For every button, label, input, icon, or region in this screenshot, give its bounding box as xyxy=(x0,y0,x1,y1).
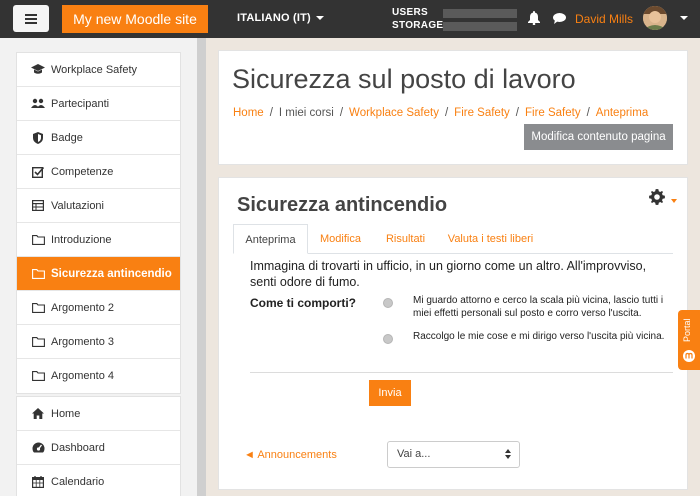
nav-item-label: Competenze xyxy=(51,165,114,178)
table-icon xyxy=(31,199,45,213)
site-nav-group: Home Dashboard Calendario xyxy=(16,396,181,496)
breadcrumb-course[interactable]: Workplace Safety xyxy=(349,107,439,119)
nav-item-label: Calendario xyxy=(51,476,105,488)
folder-icon xyxy=(31,369,45,383)
jump-to-value: Vai a... xyxy=(397,448,431,460)
nav-item-label: Introduzione xyxy=(51,233,112,246)
dashboard-icon xyxy=(31,441,45,455)
storage-usage-label: STORAGE xyxy=(392,20,444,31)
folder-icon xyxy=(31,267,45,281)
users-icon xyxy=(31,97,45,111)
bell-icon[interactable] xyxy=(528,11,540,25)
nav-item-competencies[interactable]: Competenze xyxy=(17,155,180,189)
folder-icon xyxy=(31,335,45,349)
graduation-cap-icon xyxy=(31,63,45,77)
tab-results[interactable]: Risultati xyxy=(378,224,433,254)
nav-item-label: Argomento 4 xyxy=(51,370,114,382)
nav-item-label: Argomento 2 xyxy=(51,301,114,314)
nav-item-participants[interactable]: Partecipanti xyxy=(17,87,180,121)
radio-button[interactable] xyxy=(383,334,393,344)
nav-item-label: Valutazioni xyxy=(51,199,104,212)
nav-item-home[interactable]: Home xyxy=(17,397,180,431)
breadcrumb-separator: / xyxy=(339,107,344,119)
nav-item-calendar[interactable]: Calendario xyxy=(17,465,180,496)
nav-item-label: Dashboard xyxy=(51,441,105,454)
nav-item-label: Badge xyxy=(51,131,83,144)
calendar-icon xyxy=(31,475,45,489)
radio-button[interactable] xyxy=(383,298,393,308)
home-icon xyxy=(31,407,45,421)
gear-icon[interactable] xyxy=(649,189,665,205)
hamburger-icon xyxy=(25,13,37,24)
chat-icon[interactable] xyxy=(553,13,566,24)
submit-button[interactable]: Invia xyxy=(369,380,411,406)
breadcrumb-activity[interactable]: Fire Safety xyxy=(525,107,581,119)
users-usage-label: USERS xyxy=(392,7,428,18)
answer-option[interactable]: Raccolgo le mie cose e mi dirigo verso l… xyxy=(383,330,673,360)
folder-icon xyxy=(31,233,45,247)
gear-chevron-down-icon[interactable] xyxy=(671,199,677,203)
breadcrumb-my-courses[interactable]: I miei corsi xyxy=(279,107,334,119)
breadcrumb-home[interactable]: Home xyxy=(233,107,264,119)
activity-tabs: Anteprima Modifica Risultati Valuta i te… xyxy=(233,224,673,254)
nav-item-workplace-safety[interactable]: Workplace Safety xyxy=(17,53,180,87)
portal-label: Portal xyxy=(682,318,692,342)
page-title: Sicurezza sul posto di lavoro xyxy=(232,64,576,94)
question-text: Immagina di trovarti in ufficio, in un g… xyxy=(250,259,647,289)
divider xyxy=(250,372,673,373)
answer-option-label: Mi guardo attorno e cerco la scala più v… xyxy=(413,295,664,319)
nav-item-label: Workplace Safety xyxy=(51,63,138,76)
nav-item-dashboard[interactable]: Dashboard xyxy=(17,431,180,465)
breadcrumb-separator: / xyxy=(515,107,519,119)
users-usage-bar xyxy=(443,9,517,18)
nav-item-topic-2[interactable]: Argomento 2 xyxy=(17,291,180,325)
nav-item-grades[interactable]: Valutazioni xyxy=(17,189,180,223)
answer-option-label: Raccolgo le mie cose e mi dirigo verso l… xyxy=(413,331,665,342)
breadcrumb-separator: / xyxy=(269,107,273,119)
breadcrumb-separator: / xyxy=(586,107,590,119)
checkbox-icon xyxy=(31,165,45,179)
breadcrumb-separator: / xyxy=(444,107,449,119)
language-label: ITALIANO (IT) xyxy=(237,12,311,24)
shield-icon xyxy=(31,131,45,145)
answer-option[interactable]: Mi guardo attorno e cerco la scala più v… xyxy=(383,294,673,324)
nav-item-topic-3[interactable]: Argomento 3 xyxy=(17,325,180,359)
tab-preview[interactable]: Anteprima xyxy=(233,224,308,254)
top-navbar: My new Moodle site ITALIANO (IT) USERS S… xyxy=(0,0,700,38)
breadcrumb: Home / I miei corsi / Workplace Safety / Fire … xyxy=(233,107,648,119)
tab-grade-essays[interactable]: Valuta i testi liberi xyxy=(443,224,538,254)
nav-item-topic-4[interactable]: Argomento 4 xyxy=(17,359,180,393)
jump-to-select[interactable]: Vai a... xyxy=(387,441,520,468)
select-arrows-icon xyxy=(505,449,511,459)
site-name-link[interactable]: My new Moodle site xyxy=(62,5,208,33)
language-menu[interactable]: ITALIANO (IT) xyxy=(237,12,324,24)
edit-page-content-button[interactable]: Modifica contenuto pagina xyxy=(524,124,673,150)
menu-toggle-button[interactable] xyxy=(13,5,49,32)
course-nav-group: Workplace Safety Partecipanti Badge Comp… xyxy=(16,52,181,394)
nav-item-label: Partecipanti xyxy=(51,97,110,110)
previous-activity-link[interactable]: ◄ Announcements xyxy=(244,449,337,461)
nav-item-introduction[interactable]: Introduzione xyxy=(17,223,180,257)
moodle-m-icon xyxy=(683,350,695,362)
storage-usage-bar xyxy=(443,22,517,31)
user-name[interactable]: David Mills xyxy=(575,12,633,26)
nav-item-badges[interactable]: Badge xyxy=(17,121,180,155)
nav-item-label: Sicurezza antincendio xyxy=(51,267,172,280)
tab-edit[interactable]: Modifica xyxy=(313,224,368,254)
activity-title: Sicurezza antincendio xyxy=(237,194,448,216)
user-avatar-icon xyxy=(643,6,667,30)
nav-item-fire-safety[interactable]: Sicurezza antincendio xyxy=(17,257,180,291)
nav-item-label: Argomento 3 xyxy=(51,335,114,348)
portal-side-tab[interactable]: Portal xyxy=(678,310,700,370)
nav-item-label: Home xyxy=(51,407,81,420)
breadcrumb-section[interactable]: Fire Safety xyxy=(454,107,510,119)
drawer-scrollbar[interactable] xyxy=(197,38,206,496)
question-prompt: Come ti comporti? xyxy=(250,296,357,310)
chevron-down-icon xyxy=(315,16,324,21)
folder-icon xyxy=(31,301,45,315)
avatar[interactable] xyxy=(643,6,667,30)
breadcrumb-current[interactable]: Anteprima xyxy=(596,107,648,119)
user-menu-chevron-icon[interactable] xyxy=(680,16,688,20)
